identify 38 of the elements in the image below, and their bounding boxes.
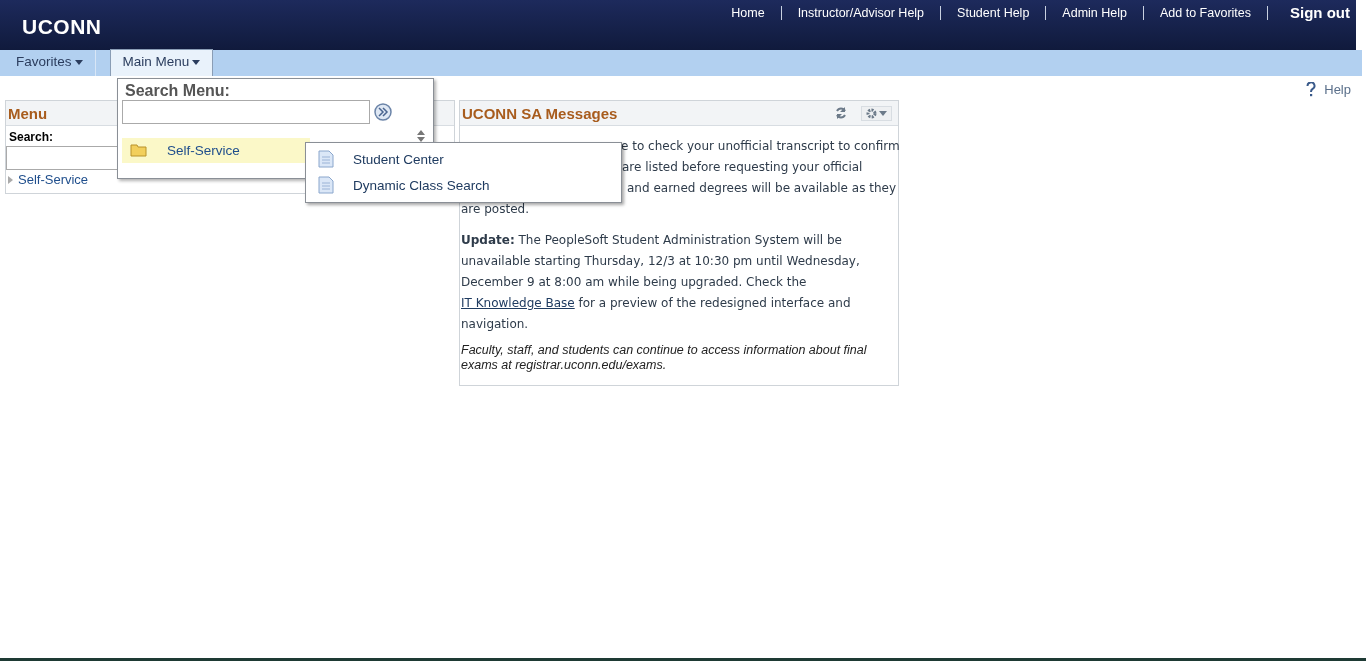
panel-title: UCONN SA Messages [462, 104, 618, 122]
message-text: and earned degrees will be available as they [627, 181, 897, 195]
document-icon [318, 176, 334, 194]
caret-icon [74, 60, 83, 65]
menu-search-field[interactable] [122, 100, 370, 124]
header-link[interactable]: Student Help [941, 5, 1047, 20]
header-link[interactable]: Home [715, 5, 782, 20]
sign-out-link[interactable]: Sign out [1268, 4, 1356, 21]
dropdown-item[interactable]: Self-Service [122, 138, 310, 163]
help-link[interactable]: Help [1324, 81, 1351, 97]
caret-icon [192, 60, 201, 65]
go-icon[interactable] [374, 103, 392, 121]
uconn-logo: UCONN [22, 15, 102, 39]
message-text: are listed before requesting your official [622, 160, 863, 174]
help-icon [1306, 81, 1317, 97]
knowledge-base-link[interactable]: IT Knowledge Base [461, 296, 575, 310]
message-text: e to check your unofficial transcript to confirm [621, 139, 900, 153]
submenu-item[interactable]: Dynamic Class Search [318, 172, 621, 198]
header-link[interactable]: Admin Help [1046, 5, 1144, 20]
message-paragraph: Update: The PeopleSoft Student Administration System will be unavailable starting Thursday, 12/3 at 10:30 pm until Wednesday, December 9 at 8:00 am while being upgraded. Check the IT Knowledge Base for a preview of the redesigned interface and navigation. [461, 232, 861, 333]
dropdown-title: Search Menu: [125, 82, 231, 100]
message-note: Faculty, staff, and students can continue to access information about final exams at registrar.uconn.edu/exams. [461, 343, 868, 373]
panel-title: Menu [8, 104, 48, 122]
refresh-icon[interactable] [835, 107, 847, 119]
expand-triangle-icon [8, 175, 13, 184]
nav-tab[interactable]: Main Menu [109, 49, 214, 76]
settings-button[interactable] [861, 105, 892, 121]
search-label: Search: [9, 130, 54, 144]
submenu-item[interactable]: Student Center [318, 146, 621, 172]
message-text: are posted. [461, 202, 529, 216]
document-icon [318, 150, 334, 168]
settings-icon [866, 107, 877, 119]
folder-icon [130, 144, 147, 157]
header-link[interactable]: Instructor/Advisor Help [781, 5, 942, 20]
nav-tab[interactable]: Favorites [4, 50, 96, 76]
header-link[interactable]: Add to Favorites [1144, 5, 1268, 20]
caret-icon [879, 110, 887, 116]
sort-icon[interactable] [417, 130, 425, 142]
